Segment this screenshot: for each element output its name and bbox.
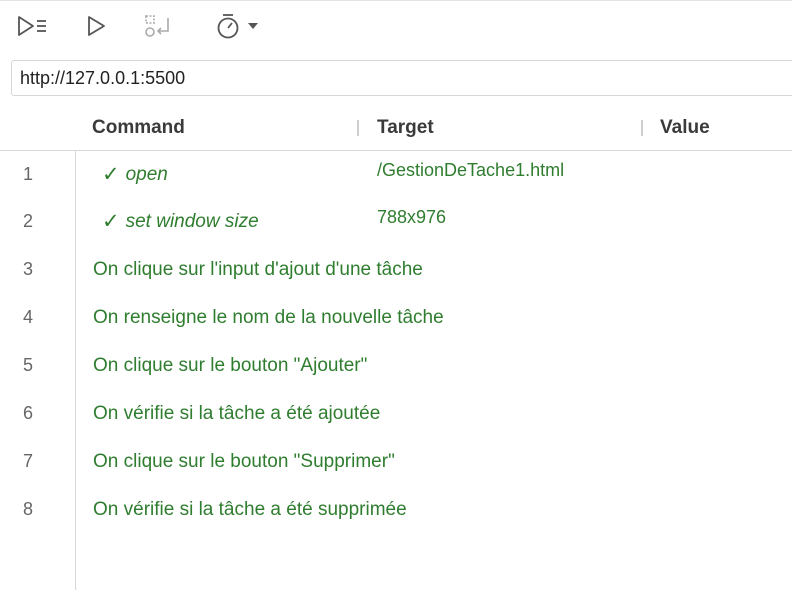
command-text: open bbox=[125, 163, 168, 185]
row-number: 5 bbox=[22, 355, 33, 375]
base-url-input[interactable] bbox=[20, 67, 780, 89]
table-row[interactable]: 3 On clique sur l'input d'ajout d'une tâ… bbox=[0, 245, 792, 293]
table-row[interactable]: 8 On vérifie si la tâche a été supprimée bbox=[0, 485, 792, 533]
toolbar bbox=[0, 0, 792, 51]
command-column-header: Command bbox=[92, 117, 185, 138]
column-resizer[interactable] bbox=[357, 120, 359, 136]
test-speed-dropdown[interactable] bbox=[212, 11, 262, 41]
command-cell: ✓ set window size bbox=[102, 209, 259, 234]
base-url-field[interactable] bbox=[11, 60, 792, 96]
table-row[interactable]: 5 On clique sur le bouton "Ajouter" bbox=[0, 341, 792, 389]
command-cell: ✓ open bbox=[102, 162, 168, 187]
run-all-icon bbox=[18, 16, 46, 36]
step-over-icon bbox=[145, 15, 169, 37]
run-current-test-button[interactable] bbox=[82, 11, 110, 41]
speed-timer-icon bbox=[217, 14, 239, 39]
target-column-header: Target bbox=[377, 117, 434, 138]
step-over-button[interactable] bbox=[140, 11, 174, 41]
comment-text: On clique sur le bouton "Supprimer" bbox=[93, 451, 395, 472]
row-number: 3 bbox=[22, 259, 33, 279]
command-text: set window size bbox=[125, 210, 259, 232]
row-number: 1 bbox=[22, 164, 33, 184]
comment-text: On vérifie si la tâche a été ajoutée bbox=[93, 403, 381, 424]
comment-text: On clique sur le bouton "Ajouter" bbox=[93, 355, 368, 376]
run-current-icon bbox=[88, 16, 105, 36]
chevron-down-icon bbox=[248, 23, 258, 29]
value-column-header: Value bbox=[660, 117, 710, 138]
run-all-tests-button[interactable] bbox=[14, 11, 50, 41]
table-row[interactable]: 4 On renseigne le nom de la nouvelle tâc… bbox=[0, 293, 792, 341]
table-row[interactable]: 6 On vérifie si la tâche a été ajoutée bbox=[0, 389, 792, 437]
table-row[interactable]: 2 ✓ set window size 788x976 bbox=[0, 197, 792, 245]
row-number: 6 bbox=[22, 403, 33, 423]
table-row[interactable]: 1 ✓ open /GestionDeTache1.html bbox=[0, 150, 792, 198]
check-icon: ✓ bbox=[102, 210, 120, 233]
row-number: 4 bbox=[22, 307, 33, 327]
comment-text: On renseigne le nom de la nouvelle tâche bbox=[93, 307, 444, 328]
comment-text: On clique sur l'input d'ajout d'une tâch… bbox=[93, 259, 423, 280]
column-resizer[interactable] bbox=[641, 120, 643, 136]
comment-text: On vérifie si la tâche a été supprimée bbox=[93, 499, 407, 520]
row-number: 2 bbox=[22, 211, 33, 231]
check-icon: ✓ bbox=[102, 163, 120, 186]
row-number: 7 bbox=[22, 451, 33, 471]
target-cell: 788x976 bbox=[377, 207, 447, 227]
row-number: 8 bbox=[22, 499, 33, 519]
table-row[interactable]: 7 On clique sur le bouton "Supprimer" bbox=[0, 437, 792, 485]
target-cell: /GestionDeTache1.html bbox=[377, 160, 565, 180]
table-header: Command Target Value bbox=[0, 108, 792, 151]
